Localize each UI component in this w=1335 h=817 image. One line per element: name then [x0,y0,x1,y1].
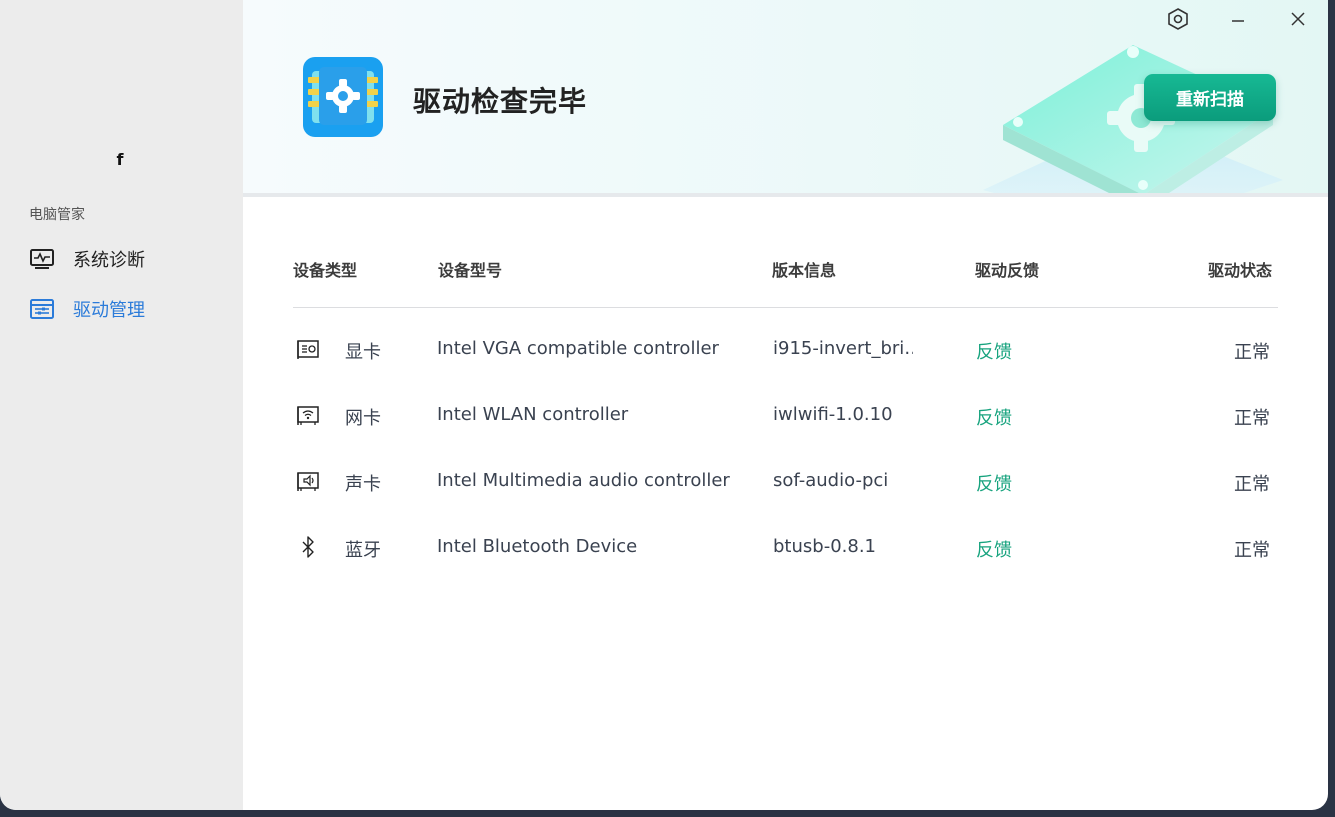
sidebar-item-label: 系统诊断 [73,250,145,271]
device-version: i915-invert_bri… [773,338,913,359]
device-type: 网卡 [345,408,381,429]
driver-table: 设备类型 设备型号 版本信息 驱动反馈 驱动状态 显卡 Intel VGA co… [293,245,1278,572]
rescan-button[interactable]: 重新扫描 [1144,74,1276,121]
device-type: 显卡 [345,342,381,363]
sound-card-icon [296,469,320,493]
column-header-type: 设备类型 [293,261,358,280]
sidebar-group-title: 电脑管家 [29,207,85,223]
device-version: btusb-0.8.1 [773,536,876,557]
feedback-link[interactable]: 反馈 [976,338,1012,364]
column-header-model: 设备型号 [438,261,503,280]
table-header: 设备类型 设备型号 版本信息 驱动反馈 驱动状态 [293,245,1278,308]
device-type: 声卡 [345,474,381,495]
header-divider [243,193,1328,197]
device-model: Intel WLAN controller [437,404,629,425]
column-header-status: 驱动状态 [1208,261,1273,280]
close-icon[interactable] [1285,6,1311,32]
table-row: 显卡 Intel VGA compatible controller i915-… [293,308,1278,374]
feedback-link[interactable]: 反馈 [976,404,1012,430]
sidebar-letter: f [116,150,124,169]
table-row: 蓝牙 Intel Bluetooth Device btusb-0.8.1 反馈… [293,506,1278,572]
column-header-feedback: 驱动反馈 [975,261,1040,280]
driver-status: 正常 [1234,408,1270,429]
driver-status: 正常 [1234,474,1270,495]
bluetooth-icon [296,535,320,559]
driver-chip-gear-icon [303,57,383,137]
sidebar: f 电脑管家 系统诊断 驱动管理 [0,0,243,810]
network-card-icon [296,403,320,427]
driver-status: 正常 [1234,540,1270,561]
driver-list-icon [29,298,55,320]
device-model: Intel VGA compatible controller [437,338,719,359]
feedback-link[interactable]: 反馈 [976,536,1012,562]
header-banner: 驱动检查完毕 重新扫描 [243,0,1328,196]
device-type: 蓝牙 [345,540,381,561]
device-model: Intel Bluetooth Device [437,536,638,557]
settings-hex-icon[interactable] [1165,6,1191,32]
column-header-version: 版本信息 [772,261,837,280]
sidebar-item-driver-management[interactable]: 驱动管理 [29,293,145,325]
table-row: 网卡 Intel WLAN controller iwlwifi-1.0.10 … [293,374,1278,440]
device-model: Intel Multimedia audio controller [437,470,730,491]
device-version: sof-audio-pci [773,470,889,491]
sidebar-item-system-diagnosis[interactable]: 系统诊断 [29,243,145,275]
minimize-icon[interactable] [1225,6,1251,32]
page-title: 驱动检查完毕 [413,85,588,118]
driver-status: 正常 [1234,342,1270,363]
display-card-icon [296,337,320,361]
feedback-link[interactable]: 反馈 [976,470,1012,496]
table-row: 声卡 Intel Multimedia audio controller sof… [293,440,1278,506]
monitor-pulse-icon [29,248,55,270]
sidebar-item-label: 驱动管理 [73,300,145,321]
app-window: f 电脑管家 系统诊断 驱动管理 驱动检查完毕 重新扫描 设备类型 设备型号 版… [0,0,1328,810]
device-version: iwlwifi-1.0.10 [773,404,893,425]
